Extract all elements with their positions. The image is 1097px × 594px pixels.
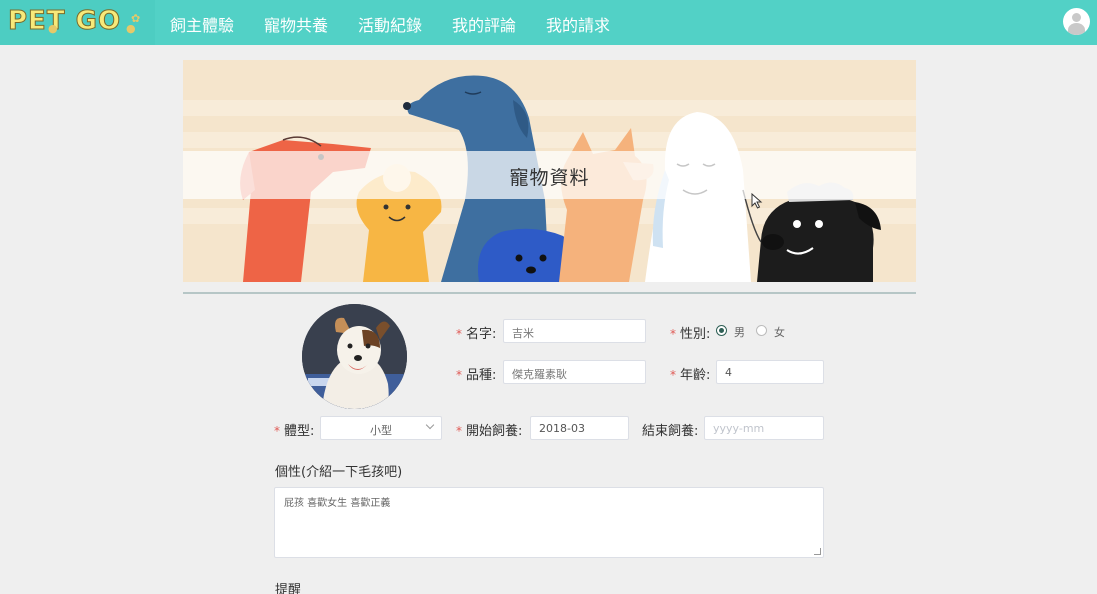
chevron-down-icon — [425, 420, 435, 430]
size-select[interactable]: 小型 — [320, 416, 442, 440]
nav-my-requests[interactable]: 我的請求 — [546, 12, 610, 36]
nav-activity-log[interactable]: 活動紀錄 — [358, 12, 422, 36]
start-date-field[interactable]: 2018-03 — [530, 416, 629, 440]
end-date-field[interactable]: yyyy-mm — [704, 416, 824, 440]
gender-male-radio[interactable] — [716, 325, 727, 336]
nav-owner-experience[interactable]: 飼主體驗 — [170, 12, 234, 36]
paw-icon: ● — [48, 22, 58, 35]
logo-text: PET GO — [7, 6, 122, 37]
paw-icon: ● — [126, 22, 136, 35]
banner-divider — [183, 292, 916, 294]
gender-female-radio[interactable] — [756, 325, 767, 336]
mouse-cursor-icon — [751, 193, 763, 209]
pet-photo[interactable] — [302, 304, 407, 409]
nav-pet-sharing[interactable]: 寵物共養 — [264, 12, 328, 36]
start-date-label: * 開始飼養: — [456, 424, 523, 439]
end-date-label: 結束飼養: — [642, 424, 699, 439]
gender-label: * 性別: — [670, 327, 711, 342]
reminder-label: 提醒 — [275, 583, 302, 594]
resize-grip-icon[interactable] — [814, 548, 821, 555]
age-field[interactable]: 4 — [716, 360, 824, 384]
pet-go-logo[interactable]: PET GO ● ✿ ● — [0, 0, 155, 45]
personality-label: 個性(介紹一下毛孩吧) — [275, 465, 403, 480]
breed-label: * 品種: — [456, 368, 497, 383]
personality-textarea[interactable]: 屁孩 喜歡女生 喜歡正義 — [274, 487, 824, 558]
age-label: * 年齡: — [670, 368, 711, 383]
name-label: * 名字: — [456, 327, 497, 342]
page-title: 寵物資料 — [509, 167, 590, 189]
user-avatar-icon[interactable] — [1063, 8, 1090, 35]
pet-banner: 寵物資料 — [183, 60, 916, 282]
personality-text: 屁孩 喜歡女生 喜歡正義 — [284, 498, 391, 509]
breed-field[interactable]: 傑克羅素耿 — [503, 360, 646, 384]
gender-female-label[interactable]: 女 — [774, 324, 785, 340]
size-label: * 體型: — [274, 424, 315, 439]
name-field[interactable]: 吉米 — [503, 319, 646, 343]
nav-my-reviews[interactable]: 我的評論 — [452, 12, 516, 36]
top-navbar: PET GO ● ✿ ● 飼主體驗 寵物共養 活動紀錄 我的評論 我的請求 — [0, 0, 1097, 45]
gender-male-label[interactable]: 男 — [734, 324, 745, 340]
size-selected-value: 小型 — [370, 424, 392, 437]
